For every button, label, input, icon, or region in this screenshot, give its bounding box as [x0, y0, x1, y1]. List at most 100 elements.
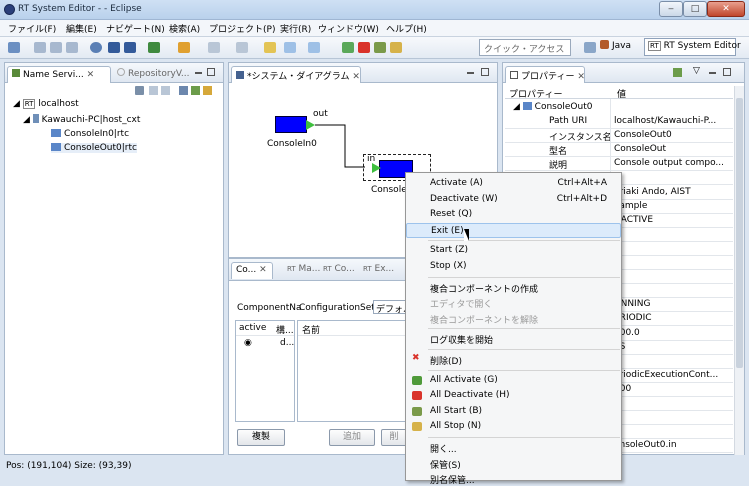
menu-run[interactable]: 実行(R) [280, 22, 311, 35]
menu-item[interactable]: Stop (X) [406, 259, 621, 274]
menu-item[interactable]: Activate (A) Ctrl+Alt+A [406, 176, 621, 191]
tab-composite[interactable]: RT Co... [323, 264, 355, 274]
menu-item-label: All Start (B) [430, 405, 483, 416]
forward-icon[interactable] [308, 42, 320, 53]
brush-icon[interactable] [178, 42, 190, 53]
tab-system-diagram[interactable]: *システム・ダイアグラム ✕ [231, 66, 361, 83]
close-icon[interactable]: ✕ [87, 70, 95, 80]
menu-item[interactable]: ログ収集を開始 [406, 331, 621, 346]
save-icon[interactable] [34, 42, 46, 53]
maximize-icon[interactable] [723, 68, 731, 76]
minimize-icon[interactable] [467, 72, 474, 74]
menu-item[interactable]: 複合コンポーネントを解除 [406, 311, 621, 326]
back-icon[interactable] [149, 86, 158, 95]
menu-item[interactable]: 開く... [406, 440, 621, 455]
close-icon[interactable]: ✕ [577, 72, 585, 82]
menu-navigate[interactable]: ナビゲート(N) [106, 22, 165, 35]
out-port[interactable] [306, 120, 315, 130]
perspective-rt-system-editor[interactable]: RT RT System Editor [644, 38, 741, 56]
menu-item[interactable]: All Stop (N) [406, 419, 621, 434]
properties-group[interactable]: ◢ ConsoleOut0 [513, 102, 592, 112]
active-radio[interactable]: ◉ [244, 338, 252, 348]
in-port[interactable] [372, 163, 381, 173]
add-button[interactable]: 追加 [329, 429, 375, 446]
home-icon[interactable] [135, 86, 144, 95]
all-start-icon[interactable] [374, 42, 386, 53]
add-ns-icon[interactable] [191, 86, 200, 95]
menu-window[interactable]: ウィンドウ(W) [318, 22, 379, 35]
all-stop-icon[interactable] [390, 42, 402, 53]
filter-icon[interactable] [203, 86, 212, 95]
minimize-icon[interactable] [709, 72, 716, 74]
properties-icon [510, 71, 518, 79]
gear-icon[interactable] [90, 42, 102, 53]
print-icon[interactable] [66, 42, 78, 53]
properties-scrollbar[interactable] [734, 86, 744, 455]
menu-item[interactable]: Start (Z) [406, 243, 621, 258]
tab-manager[interactable]: RT Ma... [287, 264, 320, 274]
menu-help[interactable]: ヘルプ(H) [386, 22, 427, 35]
menu-item[interactable]: All Deactivate (H) [406, 388, 621, 403]
collapse-icon[interactable] [179, 86, 188, 95]
close-icon[interactable]: ✕ [352, 72, 360, 82]
rtc-on-icon[interactable] [108, 42, 120, 53]
menu-item[interactable]: All Activate (G) [406, 373, 621, 388]
tab-properties[interactable]: プロパティー ✕ [505, 66, 585, 83]
menu-item[interactable]: Deactivate (W) Ctrl+Alt+D [406, 192, 621, 207]
new-icon[interactable] [8, 42, 20, 53]
all-deactivate-icon [412, 391, 422, 401]
menu-item[interactable]: 保管(S) [406, 456, 621, 471]
rtc-consolein[interactable] [275, 116, 307, 133]
perspective-java[interactable]: Java [600, 40, 631, 51]
debug-icon[interactable] [148, 42, 160, 53]
menu-item[interactable]: ✖ 削除(D) [406, 352, 621, 367]
minimize-button[interactable]: ‒ [659, 1, 683, 17]
maximize-button[interactable]: □ [683, 1, 707, 17]
edit-prev-icon[interactable] [264, 42, 276, 53]
close-icon[interactable]: ✕ [259, 265, 267, 275]
nav2-icon[interactable] [236, 42, 248, 53]
menu-file[interactable]: ファイル(F) [8, 22, 56, 35]
property-row[interactable]: 説明 Console output compo... [505, 157, 733, 172]
menu-item[interactable]: All Start (B) [406, 404, 621, 419]
property-row[interactable]: Path URI localhost/Kawauchi-P... [505, 115, 733, 129]
rtc-off-icon[interactable] [124, 42, 136, 53]
back-icon[interactable] [284, 42, 296, 53]
tab-name-service[interactable]: Name Servi... ✕ [7, 66, 111, 83]
menu-search[interactable]: 検索(A) [169, 22, 200, 35]
menu-item[interactable]: Reset (Q) [406, 207, 621, 222]
quick-access-input[interactable]: クイック・アクセス [479, 39, 571, 56]
menu-edit[interactable]: 編集(E) [66, 22, 97, 35]
tree-item-consolein[interactable]: ConsoleIn0|rtc [51, 129, 129, 139]
tab-properties-label: プロパティー [521, 72, 575, 82]
forward-icon[interactable] [161, 86, 170, 95]
tree-item-consoleout[interactable]: ConsoleOut0|rtc [51, 143, 137, 153]
nav-icon[interactable] [208, 42, 220, 53]
tab-repository[interactable]: RepositoryV... [117, 68, 189, 79]
tab-execution[interactable]: RT Ex... [363, 264, 394, 274]
close-button[interactable]: ✕ [707, 1, 745, 17]
menu-item[interactable]: 複合コンポーネントの作成 [406, 280, 621, 295]
minimize-icon[interactable] [195, 72, 202, 74]
menu-project[interactable]: プロジェクト(P) [209, 22, 275, 35]
menu-item[interactable]: 別名保管... [406, 471, 621, 486]
all-deactivate-icon[interactable] [358, 42, 370, 53]
maximize-icon[interactable] [481, 68, 489, 76]
pin-icon[interactable] [673, 68, 682, 77]
save-all-icon[interactable] [50, 42, 62, 53]
tree-host[interactable]: ◢ Kawauchi-PC|host_cxt [23, 114, 140, 125]
tree-root-localhost[interactable]: ◢ RT localhost [13, 99, 79, 109]
menu-item[interactable]: Exit (E) [406, 222, 621, 238]
config-set-table: active 構... ◉ d... [235, 320, 295, 422]
view-menu-icon[interactable]: ▽ [693, 66, 700, 76]
menu-item[interactable]: エディタで開く [406, 295, 621, 310]
open-perspective-icon[interactable] [584, 42, 596, 53]
copy-button[interactable]: 複製 [237, 429, 285, 446]
tab-configuration[interactable]: Co... ✕ [231, 262, 273, 279]
property-row[interactable]: インスタンス名 ConsoleOut0 [505, 129, 733, 144]
property-row[interactable]: 型名 ConsoleOut [505, 143, 733, 158]
maximize-icon[interactable] [207, 68, 215, 76]
all-activate-icon[interactable] [342, 42, 354, 53]
delete-button[interactable]: 削 [381, 429, 407, 446]
scroll-thumb[interactable] [736, 98, 743, 368]
